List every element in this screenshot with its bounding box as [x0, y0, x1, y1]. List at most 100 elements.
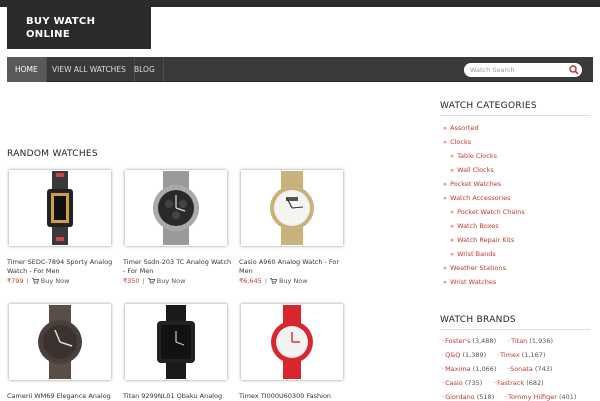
category-wall-clocks[interactable]: » Wall Clocks [450, 166, 494, 174]
divider [440, 115, 590, 116]
category-label: Pocket Watch Chains [457, 208, 525, 216]
watch-image [271, 305, 313, 379]
category-label: Watch Repair Kits [457, 236, 515, 244]
product-image[interactable] [9, 304, 111, 380]
buy-now-link[interactable]: Buy Now [41, 277, 70, 285]
watch-image [270, 171, 314, 245]
category-label: Assorted [450, 124, 479, 132]
product-price: ₹799 [7, 277, 24, 285]
top-strip [0, 0, 600, 7]
bullet-icon: · [508, 337, 511, 345]
bullet-icon: · [442, 351, 445, 359]
brand-item[interactable]: ·Fastrack (682) [494, 379, 544, 387]
bullet-icon: · [507, 365, 510, 373]
logo-line-2: ONLINE [26, 29, 70, 40]
arrow-icon: » [443, 278, 447, 286]
separator: | [26, 277, 29, 285]
arrow-icon: » [443, 264, 447, 272]
bullet-icon: · [442, 379, 445, 387]
search-input[interactable]: Watch Search [470, 63, 515, 77]
product-title[interactable]: Titan 9299NL01 Obaku Analog [123, 392, 233, 401]
product-image[interactable] [9, 170, 111, 246]
nav-home[interactable]: HOME [7, 57, 47, 82]
brand-item[interactable]: ·Casio (735) [442, 379, 482, 387]
category-pocket-watches[interactable]: » Pocket Watches [443, 180, 501, 188]
watch-categories-heading: WATCH CATEGORIES [440, 101, 537, 111]
category-label: Wrist Bands [457, 250, 496, 258]
category-label: Pocket Watches [450, 180, 502, 188]
brand-name: Fastrack [497, 379, 525, 387]
arrow-icon: » [450, 152, 454, 160]
product-image[interactable] [125, 170, 227, 246]
brand-count: (1,066) [472, 365, 497, 373]
category-label: Watch Boxes [457, 222, 499, 230]
buy-now-link[interactable]: Buy Now [157, 277, 186, 285]
watch-image [38, 305, 82, 379]
brand-name: Casio [445, 379, 463, 387]
brand-name: Maxima [445, 365, 471, 373]
watch-image [153, 171, 199, 245]
arrow-icon: » [450, 166, 454, 174]
category-watch-accessories[interactable]: » Watch Accessories [443, 194, 510, 202]
search-icon[interactable] [569, 65, 579, 75]
category-label: Weather Stations [450, 264, 506, 272]
separator: | [264, 277, 267, 285]
arrow-icon: » [450, 236, 454, 244]
arrow-icon: » [443, 124, 447, 132]
brand-item[interactable]: ·Maxima (1,066) [442, 365, 496, 373]
product-title[interactable]: Camerii WM69 Elegance Analog [7, 392, 117, 401]
brand-item[interactable]: ·Titan (1,936) [508, 337, 553, 345]
brand-item[interactable]: ·Sonata (743) [507, 365, 552, 373]
site-logo[interactable]: BUY WATCH ONLINE [7, 7, 151, 49]
product-title[interactable]: Timer Ssdn-203 TC Analog Watch - For Men [123, 258, 233, 275]
category-wrist-bands[interactable]: » Wrist Bands [450, 250, 496, 258]
random-watches-heading: RANDOM WATCHES [7, 149, 98, 159]
logo-line-1: BUY WATCH [26, 16, 96, 27]
brand-name: Q&Q [445, 351, 461, 359]
product-meta: ₹350 | Buy Now [123, 277, 185, 285]
category-clocks[interactable]: » Clocks [443, 138, 471, 146]
brand-name: Sonata [510, 365, 533, 373]
arrow-icon: » [443, 194, 447, 202]
brand-name: Timex [500, 351, 520, 359]
product-image[interactable] [241, 170, 343, 246]
bullet-icon: · [497, 351, 500, 359]
brand-count: (682) [526, 379, 544, 387]
category-label: Watch Accessories [450, 194, 511, 202]
brand-item[interactable]: ·Foster's (3,488) [442, 337, 496, 345]
cart-icon [31, 278, 39, 284]
category-watch-boxes[interactable]: » Watch Boxes [450, 222, 499, 230]
product-meta: ₹799 | Buy Now [7, 277, 69, 285]
product-meta: ₹6,645 | Buy Now [239, 277, 308, 285]
brand-item[interactable]: ·Q&Q (1,389) [442, 351, 486, 359]
category-watch-repair-kits[interactable]: » Watch Repair Kits [450, 236, 514, 244]
category-label: Wrist Watches [450, 278, 497, 286]
product-image[interactable] [125, 304, 227, 380]
category-weather-stations[interactable]: » Weather Stations [443, 264, 506, 272]
product-image[interactable] [241, 304, 343, 380]
nav-view-all-watches[interactable]: VIEW ALL WATCHES [44, 57, 135, 82]
watch-image [47, 171, 73, 245]
buy-now-link[interactable]: Buy Now [279, 277, 308, 285]
bullet-icon: · [442, 365, 445, 373]
cart-icon [147, 278, 155, 284]
nav-blog[interactable]: BLOG [126, 57, 164, 82]
brand-count: (1,167) [521, 351, 546, 359]
search-box[interactable]: Watch Search [464, 63, 582, 77]
brand-item[interactable]: ·Timex (1,167) [497, 351, 545, 359]
product-title[interactable]: Timex TI000U60300 Fashion [239, 392, 349, 401]
category-wrist-watches[interactable]: » Wrist Watches [443, 278, 496, 286]
category-table-clocks[interactable]: » Table Clocks [450, 152, 497, 160]
arrow-icon: » [450, 222, 454, 230]
product-price: ₹6,645 [239, 277, 262, 285]
product-title[interactable]: Timer SEDC-7894 Sporty Analog Watch - Fo… [7, 258, 117, 275]
product-price: ₹350 [123, 277, 140, 285]
brand-count: (1,389) [462, 351, 487, 359]
category-label: Wall Clocks [457, 166, 494, 174]
brand-count: (735) [464, 379, 483, 387]
category-pocket-watch-chains[interactable]: » Pocket Watch Chains [450, 208, 525, 216]
category-assorted[interactable]: » Assorted [443, 124, 479, 132]
brand-count: (1,936) [529, 337, 554, 345]
arrow-icon: » [443, 180, 447, 188]
product-title[interactable]: Casio A960 Analog Watch - For Men [239, 258, 349, 275]
